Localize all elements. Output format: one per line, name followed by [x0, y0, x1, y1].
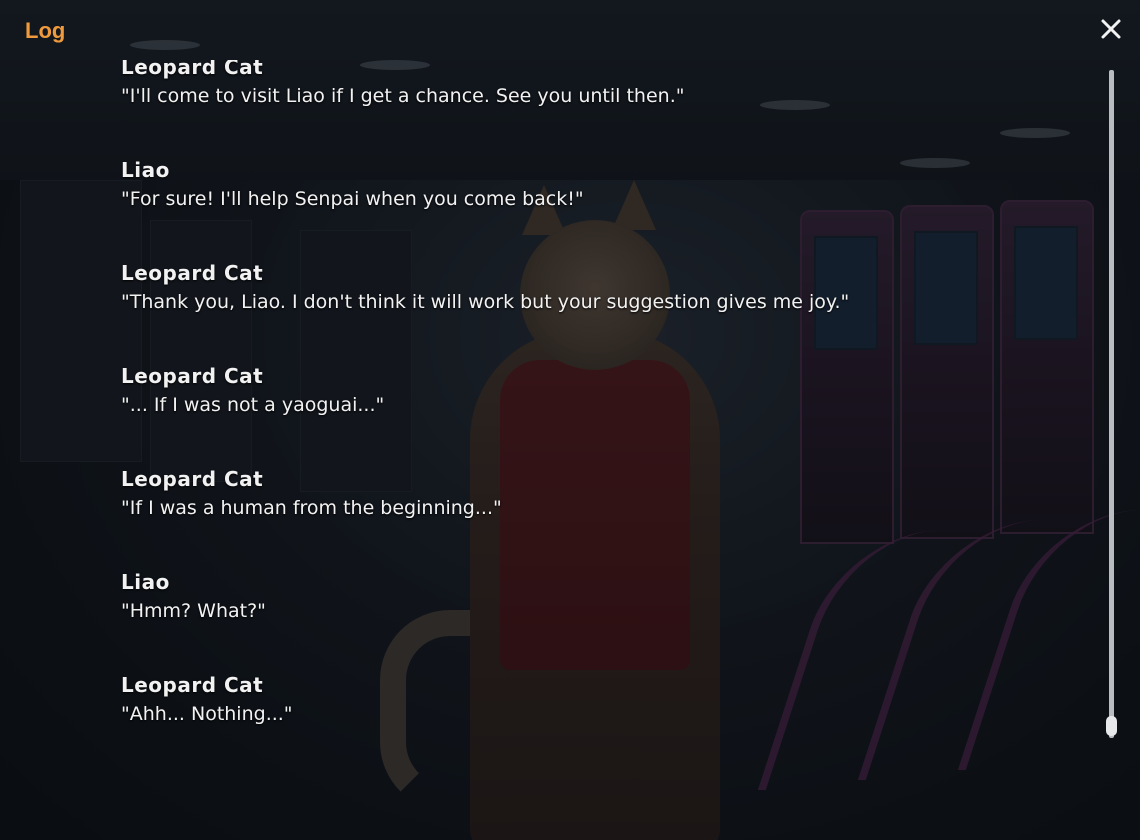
speaker-name: Leopard Cat — [121, 364, 264, 388]
dialogue-line: "Ahh... Nothing..." — [121, 703, 293, 725]
speaker-name: Leopard Cat — [121, 467, 264, 491]
speaker-name: Leopard Cat — [121, 673, 264, 697]
log-entry: Leopard Cat "Thank you, Liao. I don't th… — [121, 261, 1061, 315]
log-entry: Leopard Cat "I'll come to visit Liao if … — [121, 60, 1061, 109]
dialogue-line: "Hmm? What?" — [121, 600, 266, 622]
log-title: Log — [25, 18, 66, 43]
dialogue-line: "I'll come to visit Liao if I get a chan… — [121, 85, 685, 107]
log-screen: Log Leopard Cat "I'll come to visit Liao… — [0, 0, 1140, 840]
speaker-name: Leopard Cat — [121, 60, 264, 79]
dialogue-line: "If I was a human from the beginning..." — [121, 497, 502, 519]
speaker-name: Liao — [121, 158, 170, 182]
scrollbar-track[interactable] — [1109, 70, 1114, 738]
log-entry: Liao "For sure! I'll help Senpai when yo… — [121, 158, 1061, 212]
log-entry: Leopard Cat "... If I was not a yaoguai.… — [121, 364, 1061, 418]
log-entries[interactable]: Leopard Cat "I'll come to visit Liao if … — [0, 60, 1100, 820]
log-entry: Leopard Cat "Ahh... Nothing..." — [121, 673, 1061, 727]
log-entry: Leopard Cat "If I was a human from the b… — [121, 467, 1061, 521]
dialogue-line: "Thank you, Liao. I don't think it will … — [121, 291, 850, 313]
close-button[interactable] — [1096, 14, 1126, 44]
log-entry: Liao "Hmm? What?" — [121, 570, 1061, 624]
dialogue-line: "... If I was not a yaoguai..." — [121, 394, 385, 416]
dialogue-line: "For sure! I'll help Senpai when you com… — [121, 188, 584, 210]
close-icon — [1101, 19, 1121, 39]
speaker-name: Liao — [121, 570, 170, 594]
scrollbar-thumb[interactable] — [1106, 716, 1117, 736]
speaker-name: Leopard Cat — [121, 261, 264, 285]
